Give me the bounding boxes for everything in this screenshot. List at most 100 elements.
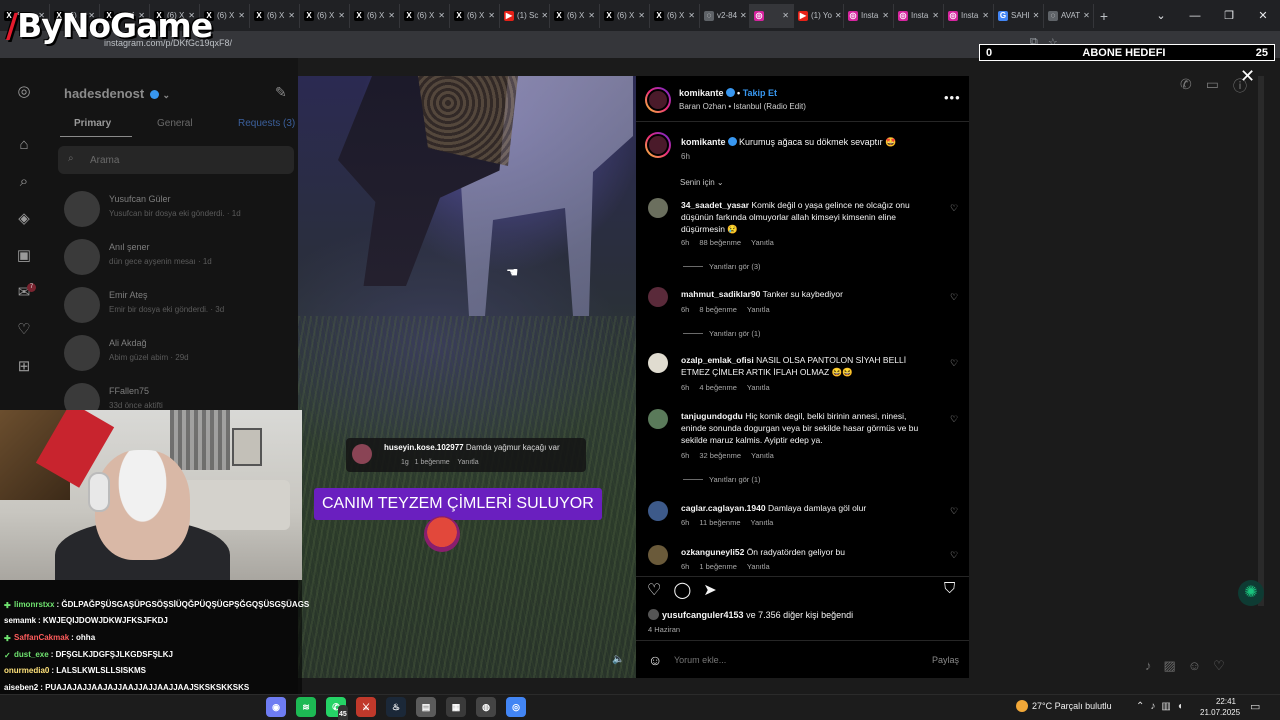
browser-tab[interactable]: G SAHI ✕ [994, 3, 1044, 28]
tab-primary[interactable]: Primary [74, 118, 111, 129]
close-tab-icon[interactable]: ✕ [932, 11, 939, 20]
create-icon[interactable]: ⊞ [15, 358, 33, 376]
comment-reply-button[interactable]: Yanıtla [747, 383, 770, 392]
conversation-item[interactable]: Emir Ateş Emir bir dosya eki gönderdi. · … [48, 280, 298, 332]
minimize-icon[interactable]: — [1178, 0, 1212, 31]
bookmark-icon[interactable]: ⛉ [944, 580, 955, 597]
comment-username[interactable]: ozkanguneyli52 [681, 547, 744, 557]
avatar[interactable] [648, 353, 668, 373]
comment-like-icon[interactable]: ♡ [950, 203, 958, 214]
browser-tab[interactable]: ▶ (1) Sc ✕ [500, 3, 550, 28]
comment-likes[interactable]: 4 beğenme [699, 383, 737, 392]
browser-tab[interactable]: X (6) X ✕ [250, 3, 300, 28]
browser-tab[interactable]: X (6) X ✕ [550, 3, 600, 28]
browser-tab[interactable]: X (6) X ✕ [600, 3, 650, 28]
close-tab-icon[interactable]: ✕ [338, 11, 345, 20]
close-tab-icon[interactable]: ✕ [882, 11, 889, 20]
comment-likes[interactable]: 8 beğenme [699, 305, 737, 314]
browser-tab[interactable]: X (6) X ✕ [450, 3, 500, 28]
close-tab-icon[interactable]: ✕ [1033, 11, 1040, 20]
post-comment-button[interactable]: Paylaş [932, 655, 959, 665]
spotify-icon[interactable]: ≋ [296, 697, 316, 717]
steam-icon[interactable]: ♨ [386, 697, 406, 717]
comment-likes[interactable]: 32 beğenme [699, 451, 741, 460]
close-tab-icon[interactable]: ✕ [588, 11, 595, 20]
close-tab-icon[interactable]: ✕ [638, 11, 645, 20]
whatsapp-icon[interactable]: ✆ 45 [326, 697, 348, 720]
chevron-up-icon[interactable]: ⌃ [1136, 701, 1144, 712]
comment-like-icon[interactable]: ♡ [950, 358, 958, 369]
microphone-icon[interactable]: ♪ [1150, 701, 1155, 712]
close-tab-icon[interactable]: ✕ [288, 11, 295, 20]
instagram-icon[interactable]: ◎ [15, 83, 33, 101]
close-window-icon[interactable]: ✕ [1246, 0, 1280, 31]
close-tab-icon[interactable]: ✕ [238, 11, 245, 20]
chevron-down-icon[interactable]: ⌄ [1144, 0, 1178, 31]
comment-like-icon[interactable]: ♡ [950, 550, 958, 561]
tab-general[interactable]: General [157, 118, 193, 129]
browser-tab[interactable]: ▶ (1) Yo ✕ [794, 3, 844, 28]
game-launcher-icon[interactable]: ⚔ [356, 697, 376, 717]
more-options-icon[interactable]: ••• [944, 90, 961, 105]
volume-icon[interactable]: ◖ [1177, 701, 1183, 712]
post-video[interactable]: ☚ huseyin.kose.102977 Damda yağmur kaçağ… [298, 76, 636, 678]
comment-input[interactable] [674, 655, 904, 665]
comment-likes[interactable]: 11 beğenme [699, 518, 740, 527]
comment-likes[interactable]: 88 beğenme [699, 238, 741, 247]
search-icon[interactable]: ⌕ [15, 173, 33, 191]
browser-tab[interactable]: ◎ Insta ✕ [944, 3, 994, 28]
comment-reply-button[interactable]: Yanıtla [747, 305, 770, 314]
comment-like-icon[interactable]: ♡ [950, 506, 958, 517]
browser-tab[interactable]: ◎ Insta ✕ [844, 3, 894, 28]
comment-reply-button[interactable]: Yanıtla [751, 518, 774, 527]
post-author[interactable]: komikante [679, 88, 724, 98]
network-icon[interactable]: ▥ [1161, 701, 1170, 712]
avatar[interactable] [648, 198, 668, 218]
share-icon[interactable]: ➤ [703, 580, 716, 600]
close-tab-icon[interactable]: ✕ [541, 11, 548, 20]
close-tab-icon[interactable]: ✕ [740, 11, 747, 20]
explore-icon[interactable]: ◈ [15, 210, 33, 228]
chrome-icon[interactable]: ◎ [506, 697, 526, 717]
avatar[interactable] [645, 132, 671, 158]
conversation-item[interactable]: Anıl şener dün gece ayşenin mesaı · 1d [48, 232, 298, 284]
comment-reply-button[interactable]: Yanıtla [751, 451, 774, 460]
view-replies-button[interactable]: Yanıtları gör (1) [683, 475, 761, 484]
close-tab-icon[interactable]: ✕ [782, 11, 789, 20]
browser-tab[interactable]: ◌ AVAT ✕ [1044, 3, 1094, 28]
taskbar-weather[interactable]: 27°C Parçalı bulutlu [1016, 700, 1112, 712]
browser-tab[interactable]: X (6) X ✕ [650, 3, 700, 28]
post-music[interactable]: Baran Ozhan • Istanbul (Radio Edit) [679, 102, 806, 111]
comment-username[interactable]: ozalp_emlak_ofisi [681, 355, 754, 365]
follow-button[interactable]: Takip Et [743, 88, 777, 98]
maximize-icon[interactable]: ❐ [1212, 0, 1246, 31]
conversation-item[interactable]: Yusufcan Güler Yusufcan bir dosya eki gön… [48, 184, 298, 236]
browser-tab[interactable]: ◌ v2-84 ✕ [700, 3, 750, 28]
comment-like-icon[interactable]: ♡ [950, 292, 958, 303]
comment-username[interactable]: caglar.caglayan.1940 [681, 503, 766, 513]
heart-icon[interactable]: ♡ [1213, 658, 1225, 674]
comment-sort-dropdown[interactable]: Senin için ⌄ [680, 178, 724, 187]
comment-likes[interactable]: 1 beğenme [699, 562, 737, 571]
close-tab-icon[interactable]: ✕ [438, 11, 445, 20]
browser-tab[interactable]: X (6) X ✕ [300, 3, 350, 28]
close-tab-icon[interactable]: ✕ [835, 11, 842, 20]
video-call-icon[interactable]: ▭ [1206, 76, 1219, 96]
microphone-icon[interactable]: ♪ [1145, 658, 1152, 674]
browser-tab[interactable]: X (6) X ✕ [350, 3, 400, 28]
comment-reply-button[interactable]: Yanıtla [751, 238, 774, 247]
notification-icon[interactable]: ▭ [1250, 700, 1260, 713]
browser-tab[interactable]: X (6) X ✕ [400, 3, 450, 28]
comment-icon[interactable]: ◯ [673, 580, 691, 600]
heart-icon[interactable]: ♡ [15, 321, 33, 339]
comment-username[interactable]: 34_saadet_yasar [681, 200, 749, 210]
likes-summary[interactable]: yusufcanguler4153 ve 7.356 diğer kişi be… [648, 609, 853, 620]
reels-icon[interactable]: ▣ [15, 247, 33, 265]
tab-requests[interactable]: Requests (3) [238, 118, 295, 129]
conversation-item[interactable]: Ali Akdağ Abim güzel abim · 29d [48, 328, 298, 380]
dm-username[interactable]: hadesdenost ⌄ [64, 86, 170, 101]
compose-icon[interactable]: ✎ [275, 84, 287, 101]
obs-icon[interactable]: ◍ [476, 697, 496, 717]
view-replies-button[interactable]: Yanıtları gör (3) [683, 262, 761, 271]
phone-icon[interactable]: ✆ [1180, 76, 1192, 96]
